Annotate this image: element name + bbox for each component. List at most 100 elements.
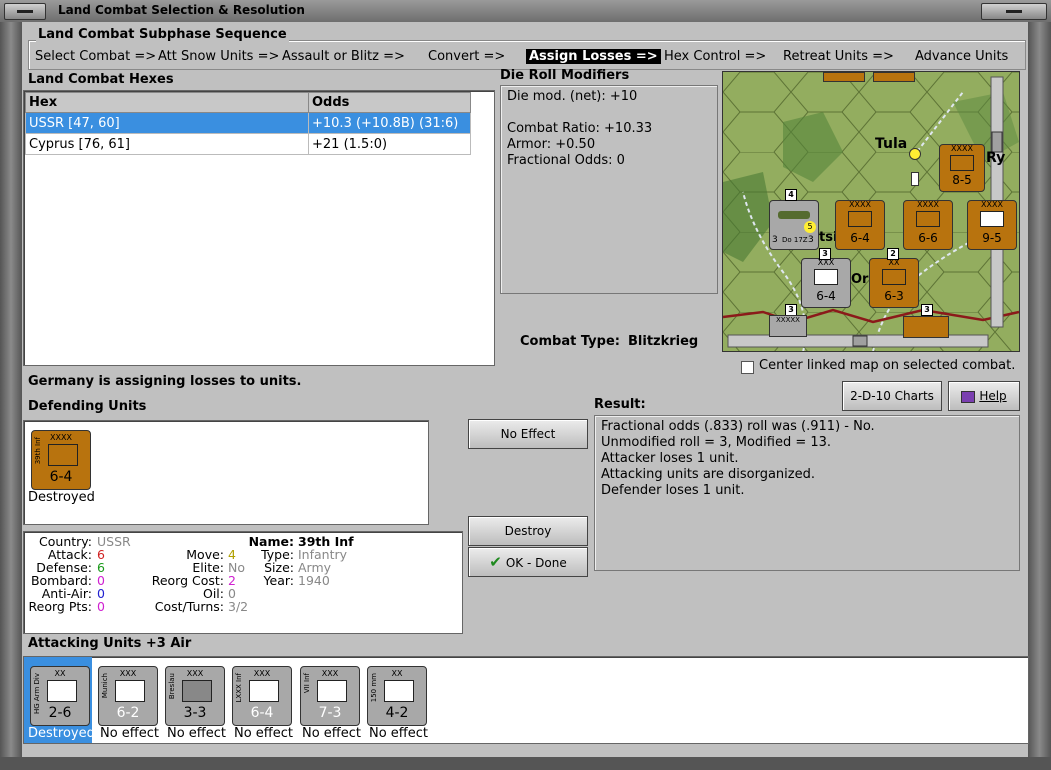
attacking-title: Attacking Units +3 Air bbox=[28, 636, 192, 651]
ok-done-label: OK - Done bbox=[505, 556, 567, 570]
unit-strength: 2-6 bbox=[48, 705, 72, 721]
air-right: 3 bbox=[808, 235, 814, 245]
result-line: Fractional odds (.833) roll was (.911) -… bbox=[601, 419, 875, 434]
unit-strength: 6-4 bbox=[850, 231, 870, 245]
attacking-unit-status: No effect bbox=[167, 726, 227, 741]
attacking-unit-status: No effect bbox=[234, 726, 294, 741]
subphase-hex-control: Hex Control => bbox=[664, 49, 767, 64]
no-effect-button[interactable]: No Effect bbox=[468, 419, 588, 449]
modifier-line: Combat Ratio: +10.33 bbox=[507, 121, 653, 136]
result-line: Attacker loses 1 unit. bbox=[601, 451, 739, 466]
window-close-button[interactable] bbox=[981, 3, 1047, 20]
ok-done-button[interactable]: ✔ OK - Done bbox=[468, 547, 588, 577]
attacking-unit-counter[interactable]: XXX Breslau 3-3 bbox=[165, 666, 225, 726]
info-reorgpts-value: 0 bbox=[97, 599, 105, 614]
attacking-unit-counter[interactable]: XX 150 mm 4-2 bbox=[367, 666, 427, 726]
right-rail bbox=[1028, 22, 1051, 757]
info-year-value: 1940 bbox=[298, 573, 330, 588]
subphase-title: Land Combat Subphase Sequence bbox=[36, 27, 289, 42]
hex-cell[interactable]: Cyprus [76, 61] bbox=[25, 133, 309, 155]
subphase-att-snow-units: Att Snow Units => bbox=[158, 49, 280, 64]
bottom-strip bbox=[0, 757, 1051, 770]
subphase-assign-losses: Assign Losses => bbox=[526, 49, 661, 64]
attacking-unit-counter[interactable]: XXX Munich 6-2 bbox=[98, 666, 158, 726]
map-unit-counter[interactable]: XXXX 6-4 bbox=[835, 200, 885, 250]
modifiers-title: Die Roll Modifiers bbox=[500, 68, 630, 83]
city-marker-icon bbox=[909, 148, 921, 160]
unit-strength: 6-3 bbox=[884, 289, 904, 303]
map-unit-counter[interactable]: XXX 6-4 bbox=[801, 258, 851, 308]
infantry-icon bbox=[317, 680, 347, 702]
unit-size: XXXX bbox=[981, 200, 1003, 209]
unit-info-panel: Country: USSR Attack: 6 Defense: 6 Bomba… bbox=[23, 531, 463, 634]
infantry-icon bbox=[882, 269, 906, 285]
air-left: 3 bbox=[772, 235, 778, 245]
subphase-convert: Convert => bbox=[428, 49, 506, 64]
attacking-unit-status: No effect bbox=[100, 726, 160, 741]
destroy-button[interactable]: Destroy bbox=[468, 516, 588, 546]
map-unit-counter[interactable]: XXXX 8-5 bbox=[939, 144, 985, 192]
map-unit-counter-partial[interactable] bbox=[873, 72, 915, 82]
hex-row[interactable]: Cyprus [76, 61] +21 (1.5:0) bbox=[25, 133, 471, 155]
unit-strength: 6-6 bbox=[918, 231, 938, 245]
unit-strength: 6-2 bbox=[116, 705, 140, 721]
stack-badge: 3 bbox=[819, 248, 831, 260]
stack-badge: 3 bbox=[921, 304, 933, 316]
unit-strength: 6-4 bbox=[49, 469, 73, 485]
unit-strength: 6-4 bbox=[250, 705, 274, 721]
defending-unit-counter[interactable]: XXXX 39th Inf 6-4 bbox=[31, 430, 91, 490]
attacking-unit-counter[interactable]: XX HG Arm Div 2-6 bbox=[30, 666, 90, 726]
infantry-icon bbox=[950, 155, 974, 171]
stack-badge: 4 bbox=[785, 189, 797, 201]
subphase-select-combat: Select Combat => bbox=[35, 49, 157, 64]
result-line: Attacking units are disorganized. bbox=[601, 467, 815, 482]
checkmark-icon: ✔ bbox=[489, 553, 502, 571]
map-marker-icon bbox=[911, 172, 919, 186]
modifier-line: Armor: +0.50 bbox=[507, 137, 596, 152]
unit-vname: Breslau bbox=[168, 673, 176, 700]
map-air-unit[interactable]: 3 Do 17Z 3 5 bbox=[769, 200, 819, 250]
linked-map[interactable]: Tula Ry Ore tsi XXXX 8-5 XXXX 6-4 XXXX 6… bbox=[722, 71, 1020, 352]
help-button[interactable]: Help bbox=[948, 381, 1020, 411]
odds-column-header[interactable]: Odds bbox=[308, 92, 471, 113]
unit-strength: 7-3 bbox=[318, 705, 342, 721]
attacking-unit-counter[interactable]: XXX VII Inf 7-3 bbox=[300, 666, 360, 726]
left-rail bbox=[0, 22, 22, 757]
map-unit-counter[interactable]: XXXX 6-6 bbox=[903, 200, 953, 250]
attacking-units-list: XX HG Arm Div 2-6 Destroyed XXX Munich 6… bbox=[23, 656, 1029, 744]
map-unit-counter-partial[interactable] bbox=[903, 316, 949, 338]
unit-strength: 6-4 bbox=[816, 289, 836, 303]
result-line: Unmodified roll = 3, Modified = 13. bbox=[601, 435, 832, 450]
armor-icon bbox=[980, 211, 1004, 227]
map-unit-counter-partial[interactable] bbox=[823, 72, 865, 82]
result-line: Defender loses 1 unit. bbox=[601, 483, 745, 498]
center-linked-label: Center linked map on selected combat. bbox=[759, 358, 1016, 373]
map-unit-counter[interactable]: XXXX 9-5 bbox=[967, 200, 1017, 250]
infantry-icon bbox=[48, 444, 78, 466]
hex-cell[interactable]: USSR [47, 60] bbox=[25, 112, 309, 134]
info-reorgpts-key: Reorg Pts: bbox=[28, 599, 92, 614]
infantry-icon bbox=[916, 211, 940, 227]
result-title: Result: bbox=[594, 397, 646, 412]
odds-cell[interactable]: +10.3 (+10.8B) (31:6) bbox=[308, 112, 471, 134]
defending-unit-status: Destroyed bbox=[28, 490, 95, 505]
artillery-icon bbox=[384, 680, 414, 702]
odds-cell[interactable]: +21 (1.5:0) bbox=[308, 133, 471, 155]
charts-button[interactable]: 2-D-10 Charts bbox=[842, 381, 942, 411]
unit-size: XXXX bbox=[917, 200, 939, 209]
combat-type-value: Blitzkrieg bbox=[628, 334, 699, 349]
attacking-unit-status: No effect bbox=[369, 726, 429, 741]
attacking-unit-counter[interactable]: XXX LXXX Inf 6-4 bbox=[232, 666, 292, 726]
modifier-line: Fractional Odds: 0 bbox=[507, 153, 625, 168]
map-unit-counter-partial[interactable]: XXXXX bbox=[769, 315, 807, 337]
map-city-tula: Tula bbox=[875, 136, 908, 152]
unit-vname: 39th Inf bbox=[34, 437, 42, 465]
hex-row[interactable]: USSR [47, 60] +10.3 (+10.8B) (31:6) bbox=[25, 112, 471, 134]
system-menu-button[interactable] bbox=[4, 3, 46, 20]
unit-size: XXXX bbox=[951, 144, 973, 153]
center-linked-checkbox[interactable] bbox=[741, 361, 754, 374]
hex-column-header[interactable]: Hex bbox=[25, 92, 309, 113]
result-box: Fractional odds (.833) roll was (.911) -… bbox=[594, 415, 1020, 571]
map-unit-counter[interactable]: XX 6-3 bbox=[869, 258, 919, 308]
infantry-icon bbox=[814, 269, 838, 285]
